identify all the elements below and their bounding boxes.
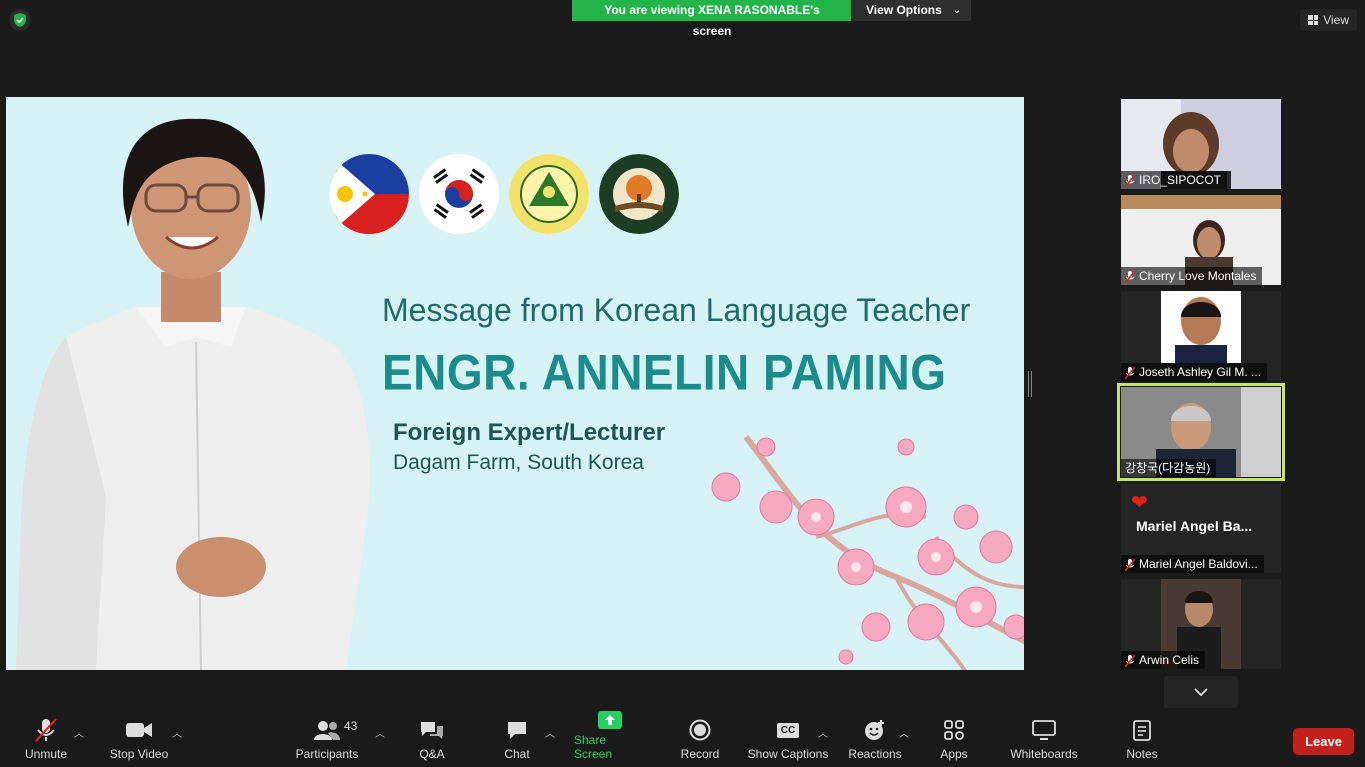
notes-icon (1133, 717, 1151, 743)
participant-display-name: Mariel Angel Ba... (1136, 518, 1253, 534)
mic-muted-icon (1124, 558, 1136, 572)
zoom-meeting-window: You are viewing XENA RASONABLE's screen … (0, 0, 1365, 767)
record-label: Record (680, 747, 720, 761)
mic-muted-icon (1124, 270, 1136, 284)
participant-gallery: IRO_SIPOCOT Cherry Love Montales Joseth … (1117, 99, 1285, 675)
participant-tile[interactable]: Arwin Celis (1121, 579, 1281, 669)
university-seal (509, 154, 589, 234)
view-label: View (1323, 13, 1349, 27)
participant-name-label: IRO_SIPOCOT (1121, 171, 1228, 189)
participant-name-label: Joseth Ashley Gil M. ... (1121, 363, 1268, 381)
audio-options-chevron-icon[interactable]: ︿ (74, 725, 84, 740)
participant-name: Arwin Celis (1139, 653, 1200, 667)
participant-name-label: Cherry Love Montales (1121, 267, 1263, 285)
speaker-organization: Dagam Farm, South Korea (393, 451, 644, 474)
qa-label: Q&A (419, 747, 445, 761)
mic-muted-icon (35, 717, 57, 743)
speaker-role: Foreign Expert/Lecturer (393, 419, 666, 446)
participant-name-label: Mariel Angel Baldovi... (1121, 555, 1264, 573)
qa-button[interactable]: Q&A (416, 711, 448, 767)
view-options-label: View Options (866, 3, 942, 17)
dagam-farm-logo (599, 154, 679, 234)
stop-video-label: Stop Video (109, 747, 169, 761)
chat-button[interactable]: Chat (501, 711, 533, 767)
viewing-screen-text: You are viewing XENA RASONABLE's screen (572, 0, 851, 38)
share-screen-button[interactable]: Share Screen (574, 711, 646, 767)
smiley-icon (864, 717, 886, 743)
viewing-banner: You are viewing XENA RASONABLE's screen … (572, 0, 971, 38)
participants-icon: 43 (314, 717, 357, 743)
participant-tile[interactable]: ❤ Mariel Angel Ba... Mariel Angel Baldov… (1121, 483, 1281, 573)
philippines-flag-icon (329, 154, 409, 234)
view-layout-button[interactable]: View (1300, 9, 1357, 31)
whiteboards-label: Whiteboards (1010, 747, 1078, 761)
chat-bubble-icon (506, 717, 528, 743)
reactions-button[interactable]: Reactions (847, 711, 903, 767)
chevron-down-icon (1194, 688, 1208, 696)
share-screen-icon (598, 711, 622, 729)
participant-tile-active-speaker[interactable]: 강창국(다감농원) (1117, 383, 1285, 481)
show-captions-label: Show Captions (747, 747, 829, 761)
participant-tile[interactable]: Joseth Ashley Gil M. ... (1121, 291, 1281, 381)
record-icon (689, 717, 711, 743)
participant-name-label: Arwin Celis (1121, 651, 1206, 669)
mic-muted-icon (1124, 366, 1136, 380)
logos-row (329, 154, 679, 234)
unmute-label: Unmute (24, 747, 68, 761)
message-title: Message from Korean Language Teacher (382, 292, 971, 328)
cherry-blossom-decoration (711, 435, 1024, 670)
participant-name: Cherry Love Montales (1139, 269, 1257, 283)
closed-captions-icon: CC (776, 717, 800, 743)
notes-label: Notes (1126, 747, 1158, 761)
participant-name-label: 강창국(다감농원) (1121, 459, 1217, 477)
apps-button[interactable]: Apps (938, 711, 970, 767)
meeting-toolbar: Unmute ︿ Stop Video ︿ 43 Participants ︿ … (0, 711, 1365, 767)
shared-screen: Message from Korean Language Teacher ENG… (6, 97, 1024, 670)
reactions-options-chevron-icon[interactable]: ︿ (899, 725, 909, 740)
participants-label: Participants (295, 747, 359, 761)
participant-name: Joseth Ashley Gil M. ... (1139, 365, 1262, 379)
mic-muted-icon (1124, 654, 1136, 668)
share-screen-label: Share Screen (574, 733, 613, 761)
view-options-button[interactable]: View Options ⌄ (851, 0, 971, 21)
participants-button[interactable]: 43 Participants (294, 711, 360, 767)
apps-label: Apps (940, 747, 968, 761)
participant-name: IRO_SIPOCOT (1139, 173, 1222, 187)
reactions-label: Reactions (848, 747, 902, 761)
chevron-down-icon: ⌄ (952, 5, 961, 16)
leave-button[interactable]: Leave (1293, 728, 1354, 755)
whiteboard-icon (1032, 717, 1056, 743)
video-camera-icon (126, 717, 152, 743)
gallery-scroll-down-button[interactable] (1164, 676, 1238, 708)
speaker-name: ENGR. ANNELIN PAMING (382, 344, 947, 401)
video-options-chevron-icon[interactable]: ︿ (172, 725, 182, 740)
apps-icon (944, 717, 964, 743)
participant-tile[interactable]: IRO_SIPOCOT (1121, 99, 1281, 189)
participant-tile[interactable]: Cherry Love Montales (1121, 195, 1281, 285)
unmute-button[interactable]: Unmute (22, 711, 70, 767)
chat-label: Chat (504, 747, 530, 761)
participants-count: 43 (344, 719, 358, 733)
security-shield-icon[interactable] (9, 9, 31, 31)
captions-options-chevron-icon[interactable]: ︿ (818, 725, 828, 740)
record-button[interactable]: Record (680, 711, 720, 767)
heart-reaction-icon: ❤ (1131, 492, 1148, 514)
qa-icon (419, 717, 445, 743)
notes-button[interactable]: Notes (1124, 711, 1160, 767)
korea-flag-icon (419, 154, 499, 234)
participant-name: Mariel Angel Baldovi... (1139, 557, 1258, 571)
stop-video-button[interactable]: Stop Video (107, 711, 171, 767)
chat-options-chevron-icon[interactable]: ︿ (545, 725, 555, 740)
mic-muted-icon (1124, 174, 1136, 188)
grid-icon (1308, 15, 1319, 25)
participant-name: 강창국(다감농원) (1125, 461, 1211, 475)
whiteboards-button[interactable]: Whiteboards (1008, 711, 1080, 767)
cc-text: CC (776, 722, 800, 738)
participants-options-chevron-icon[interactable]: ︿ (375, 725, 385, 740)
resize-handle[interactable] (1028, 371, 1032, 397)
